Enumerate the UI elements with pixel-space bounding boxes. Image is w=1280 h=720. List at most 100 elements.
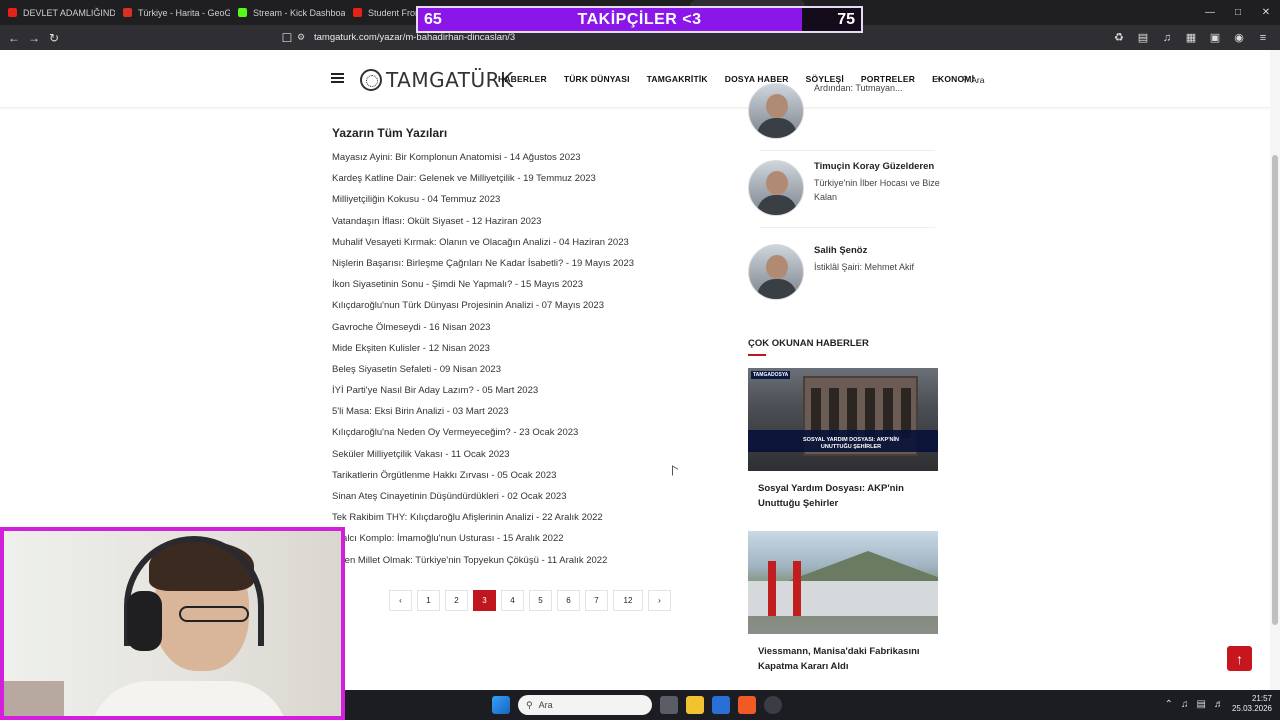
maximize-icon[interactable]: □ [1224, 7, 1252, 18]
scroll-to-top-button[interactable]: ↑ [1227, 646, 1252, 671]
page-scrollbar[interactable] [1270, 50, 1280, 690]
follower-goal-bar: 65 TAKİPÇİLER <3 75 [416, 6, 863, 33]
pagination-page[interactable]: 1 [417, 590, 440, 611]
pagination-page[interactable]: 6 [557, 590, 580, 611]
article-link[interactable]: Mide Ekşiten Kulisler - 12 Nisan 2023 [332, 338, 712, 359]
mail-icon[interactable] [712, 696, 730, 714]
article-link[interactable]: niden Millet Olmak: Türkiye'nin Topyekun… [332, 550, 712, 571]
favicon-icon [353, 8, 362, 17]
article-link[interactable]: Kardeş Katline Dair: Gelenek ve Milliyet… [332, 168, 712, 189]
extension-icon[interactable]: ♻ [1108, 31, 1130, 44]
pagination-next-button[interactable]: › [648, 590, 671, 611]
site-info-icon[interactable]: ⚙ [294, 32, 308, 43]
browser-tab[interactable]: DEVLET ADAMLIĞINDAN [0, 0, 115, 25]
reload-icon[interactable]: ↻ [44, 31, 64, 45]
pagination-page[interactable]: 5 [529, 590, 552, 611]
bookmark-icon[interactable]: ☐ [280, 31, 294, 45]
forward-icon[interactable]: → [24, 31, 44, 45]
author-article[interactable]: Ardından: Tutmayan... [814, 81, 903, 95]
volume-icon[interactable]: ♬ [1214, 699, 1224, 710]
news-image[interactable] [748, 531, 938, 634]
chevron-down-icon[interactable]: ⌄ [935, 72, 943, 83]
microphone-icon[interactable]: ♫ [1181, 699, 1189, 710]
hamburger-menu-icon[interactable] [331, 73, 344, 83]
windows-start-icon[interactable] [492, 696, 510, 714]
pagination-page[interactable]: 7 [585, 590, 608, 611]
pagination-prev-button[interactable]: ‹ [389, 590, 412, 611]
media-icon[interactable]: ♫ [1156, 32, 1178, 44]
system-tray: ⌃ ♫ ▤ ♬ 21:57 25.03.2026 [1165, 694, 1272, 714]
news-card[interactable]: Viessmann, Manisa'daki Fabrikasını Kapat… [748, 531, 938, 674]
article-link[interactable]: Kılıçdaroğlu'na Neden Oy Vermeyeceğim? -… [332, 422, 712, 443]
favicon-icon [8, 8, 17, 17]
tray-chevron-icon[interactable]: ⌃ [1165, 699, 1173, 710]
sidebar-icon[interactable]: ▤ [1132, 31, 1154, 44]
url-text[interactable]: tamgaturk.com/yazar/m-bahadirhan-dincasl… [314, 32, 515, 43]
avatar [748, 244, 804, 300]
browser-tab[interactable]: Stream - Kick Dashboard [230, 0, 345, 25]
pagination-page[interactable]: 2 [445, 590, 468, 611]
task-view-icon[interactable] [660, 696, 678, 714]
article-link[interactable]: Vatandaşın İflası: Okült Siyaset - 12 Ha… [332, 211, 712, 232]
divider [760, 227, 935, 228]
tab-title: DEVLET ADAMLIĞINDAN [23, 7, 115, 18]
author-card[interactable]: Salih Şenöz İstiklâl Şairi: Mehmet Akif [748, 244, 948, 300]
news-image-caption: SOSYAL YARDIM DOSYASI: AKP'NİN UNUTTUĞU … [803, 437, 899, 450]
news-title[interactable]: Viessmann, Manisa'daki Fabrikasını Kapat… [748, 634, 938, 674]
search-button[interactable]: ⚲ Ara [962, 74, 984, 85]
news-title[interactable]: Sosyal Yardım Dosyası: AKP'nin Unuttuğu … [748, 471, 938, 511]
browser-tab[interactable]: Türkiye - Harita - GeoGu [115, 0, 230, 25]
logo-mark-icon [360, 69, 382, 91]
pagination-page[interactable]: 3 [473, 590, 496, 611]
article-link[interactable]: Nişlerin Başarısı: Birleşme Çağrıları Ne… [332, 253, 712, 274]
article-link[interactable]: Beleş Siyasetin Sefaleti - 09 Nisan 2023 [332, 359, 712, 380]
pagination-page[interactable]: 12 [613, 590, 643, 611]
nav-item[interactable]: HABERLER [498, 74, 547, 84]
article-link[interactable]: Tek Rakibim THY: Kılıçdaroğlu Afişlerini… [332, 507, 712, 528]
taskbar-search[interactable]: ⚲ Ara [518, 695, 652, 715]
wallet-icon[interactable]: ▣ [1204, 31, 1226, 44]
author-article[interactable]: Türkiye'nin İlber Hocası ve Bize Kalan [814, 176, 948, 204]
author-name[interactable]: Salih Şenöz [814, 244, 914, 258]
panel-icon[interactable]: ▦ [1180, 31, 1202, 44]
author-article[interactable]: İstiklâl Şairi: Mehmet Akif [814, 260, 914, 274]
article-link[interactable]: Seküler Milliyetçilik Vakası - 11 Ocak 2… [332, 444, 712, 465]
news-card[interactable]: TAMGADOSYA SOSYAL YARDIM DOSYASI: AKP'Nİ… [748, 368, 938, 511]
minimize-icon[interactable]: — [1196, 7, 1224, 18]
nav-item[interactable]: TÜRK DÜNYASI [564, 74, 630, 84]
pagination-page[interactable]: 4 [501, 590, 524, 611]
taskbar-search-placeholder: Ara [538, 700, 553, 710]
author-card[interactable]: Timuçin Koray Güzelderen Türkiye'nin İlb… [748, 160, 948, 228]
article-link[interactable]: İYİ Parti'ye Nasıl Bir Aday Lazım? - 05 … [332, 380, 712, 401]
nav-item[interactable]: TAMGAKRİTİK [647, 74, 708, 84]
popular-news-title: ÇOK OKUNAN HABERLER [748, 338, 869, 356]
menu-icon[interactable]: ≡ [1252, 32, 1274, 44]
app-icon[interactable] [764, 696, 782, 714]
article-link[interactable]: Kılıçdaroğlu'nun Türk Dünyası Projesinin… [332, 295, 712, 316]
news-image-mountain [788, 551, 938, 581]
vpn-icon[interactable]: ◉ [1228, 31, 1250, 44]
scrollbar-thumb[interactable] [1272, 155, 1278, 625]
article-link[interactable]: Gavroche Ölmeseydi - 16 Nisan 2023 [332, 317, 712, 338]
article-link[interactable]: Muhalif Vesayeti Kırmak: Olanın ve Olaca… [332, 232, 712, 253]
news-image-flag [793, 561, 801, 616]
author-name[interactable]: Timuçin Koray Güzelderen [814, 160, 948, 174]
article-link[interactable]: İkon Siyasetinin Sonu - Şimdi Ne Yapmalı… [332, 274, 712, 295]
logo-text: TAMGATÜRK [386, 68, 514, 92]
site-logo[interactable]: TAMGATÜRK [360, 68, 514, 92]
author-card[interactable]: Ardından: Tutmayan... [748, 81, 948, 151]
article-list: Mayasız Ayini: Bir Komplonun Anatomisi -… [332, 147, 712, 571]
article-link[interactable]: Mayasız Ayini: Bir Komplonun Anatomisi -… [332, 147, 712, 168]
article-link[interactable]: Sinan Ateş Cinayetinin Düşündürdükleri -… [332, 486, 712, 507]
news-image[interactable]: TAMGADOSYA SOSYAL YARDIM DOSYASI: AKP'Nİ… [748, 368, 938, 471]
close-window-icon[interactable]: ✕ [1252, 7, 1280, 18]
back-icon[interactable]: ← [4, 31, 24, 45]
file-explorer-icon[interactable] [686, 696, 704, 714]
article-link[interactable]: 5'li Masa: Eksi Birin Analizi - 03 Mart … [332, 401, 712, 422]
article-link[interactable]: Milliyetçiliğin Kokusu - 04 Temmuz 2023 [332, 189, 712, 210]
brave-browser-icon[interactable] [738, 696, 756, 714]
article-link[interactable]: usalcı Komplo: İmamoğlu'nun Usturası - 1… [332, 528, 712, 549]
network-icon[interactable]: ▤ [1197, 699, 1206, 710]
article-link[interactable]: Tarikatlerin Örgütlenme Hakkı Zırvası - … [332, 465, 712, 486]
clock[interactable]: 21:57 25.03.2026 [1232, 694, 1272, 714]
